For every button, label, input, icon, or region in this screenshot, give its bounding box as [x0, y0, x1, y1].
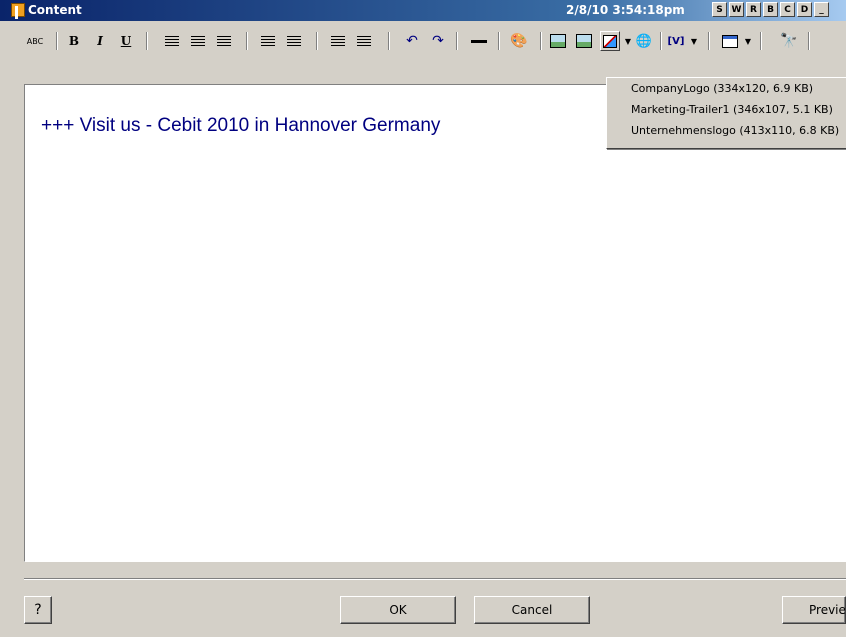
align-left-icon[interactable] [162, 31, 182, 51]
toolbar-separator [316, 32, 317, 50]
undo-icon[interactable]: ↶ [402, 31, 422, 51]
toolbar-separator [246, 32, 247, 50]
editor-content[interactable]: +++ Visit us - Cebit 2010 in Hannover Ge… [41, 115, 440, 137]
toolbar-separator [540, 32, 541, 50]
app-icon [11, 3, 25, 17]
redo-icon[interactable]: ↷ [428, 31, 448, 51]
title-button-r[interactable]: R [746, 2, 761, 17]
align-right-icon[interactable] [214, 31, 234, 51]
outdent-icon[interactable] [258, 31, 278, 51]
toolbar-separator [388, 32, 389, 50]
toolbar-separator [456, 32, 457, 50]
cancel-button[interactable]: Cancel [474, 596, 590, 624]
title-button-b[interactable]: B [763, 2, 778, 17]
title-button-c[interactable]: C [780, 2, 795, 17]
toolbar-separator [498, 32, 499, 50]
align-center-icon[interactable] [188, 31, 208, 51]
insert-link-icon[interactable]: 🌐 [634, 31, 654, 51]
timestamp: 2/8/10 3:54:18pm [566, 3, 685, 17]
preview-button[interactable]: Preview [782, 596, 846, 624]
divider [24, 578, 846, 580]
title-button-s[interactable]: S [712, 2, 727, 17]
image-option-unternehmenslogo[interactable]: Unternehmenslogo (413x110, 6.8 KB) [631, 124, 839, 137]
window-title: Content [28, 3, 82, 17]
help-icon: ? [34, 602, 42, 618]
horizontal-rule-icon[interactable] [468, 31, 490, 51]
indent-icon[interactable] [284, 31, 304, 51]
numbered-list-icon[interactable] [328, 31, 348, 51]
bold-button[interactable]: B [64, 31, 84, 51]
toolbar-separator [56, 32, 57, 50]
image-dropdown-menu: CompanyLogo (334x120, 6.9 KB) Marketing-… [606, 77, 846, 149]
image-option-marketing-trailer[interactable]: Marketing-Trailer1 (346x107, 5.1 KB) [631, 103, 833, 116]
bullet-list-icon[interactable] [354, 31, 374, 51]
chevron-down-icon[interactable]: ▼ [688, 31, 700, 51]
toolbar-separator [660, 32, 661, 50]
image-library-icon[interactable] [600, 31, 620, 51]
title-button-w[interactable]: W [729, 2, 744, 17]
image-option-companylogo[interactable]: CompanyLogo (334x120, 6.9 KB) [631, 82, 813, 95]
title-button-d[interactable]: D [797, 2, 812, 17]
chevron-down-icon[interactable]: ▼ [742, 31, 754, 51]
italic-button[interactable]: I [90, 31, 110, 51]
toolbar-separator [808, 32, 809, 50]
find-binoculars-icon[interactable]: 🔭 [778, 31, 800, 51]
spellcheck-button[interactable]: ABC [24, 31, 46, 51]
toolbar-separator [146, 32, 147, 50]
ok-button[interactable]: OK [340, 596, 456, 624]
underline-button[interactable]: U [116, 31, 136, 51]
rich-text-editor[interactable]: +++ Visit us - Cebit 2010 in Hannover Ge… [24, 84, 846, 562]
title-bar: Content 2/8/10 3:54:18pm S W R B C D _ [0, 0, 846, 21]
help-button[interactable]: ? [24, 596, 52, 624]
color-palette-icon[interactable]: 🎨 [508, 31, 530, 51]
variable-button[interactable]: [V] [666, 31, 686, 51]
toolbar-separator [760, 32, 761, 50]
minimize-button[interactable]: _ [814, 2, 829, 17]
toolbar-separator [708, 32, 709, 50]
chevron-down-icon[interactable]: ▼ [622, 31, 634, 51]
formatting-toolbar: ABC B I U ↶ ↷ 🎨 ▼ 🌐 [V] ▼ ▼ 🔭 [0, 21, 846, 59]
table-icon[interactable] [720, 31, 740, 51]
insert-image-icon[interactable] [548, 31, 568, 51]
edit-image-icon[interactable] [574, 31, 594, 51]
